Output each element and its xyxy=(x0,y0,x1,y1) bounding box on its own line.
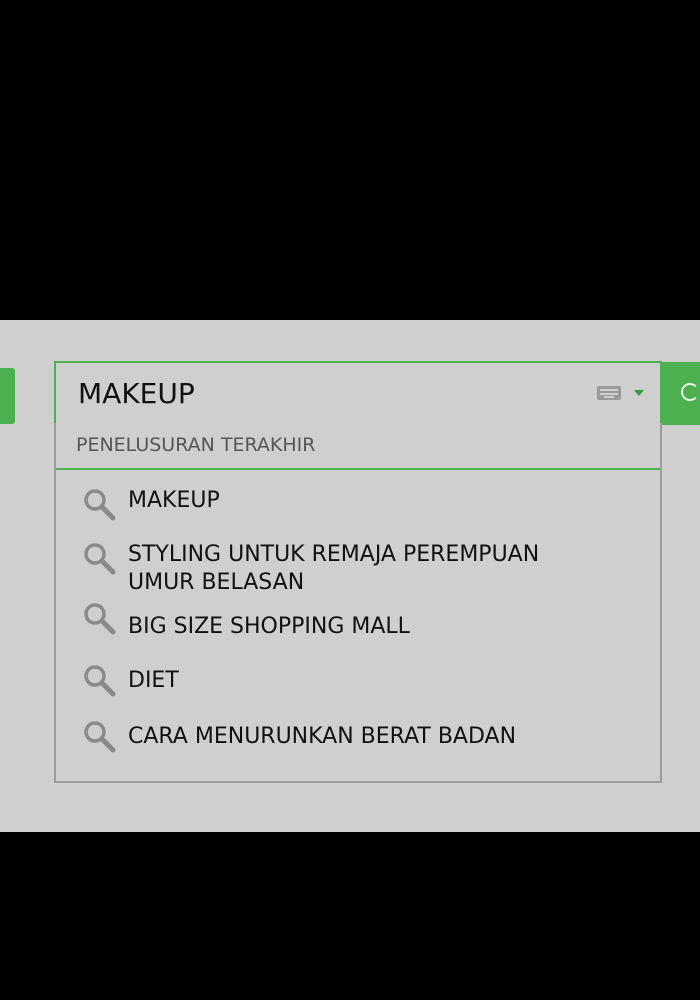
recent-search-label: STYLING UNTUK REMAJA PEREMPUAN UMUR BELA… xyxy=(128,542,540,595)
recent-search-label: BIG SIZE SHOPPING MALL xyxy=(128,614,410,639)
side-tab[interactable] xyxy=(0,368,15,424)
keyboard-icon[interactable] xyxy=(597,386,621,400)
search-icon xyxy=(681,383,699,401)
magnifier-icon xyxy=(84,665,116,697)
magnifier-icon xyxy=(84,721,116,753)
search-button[interactable] xyxy=(662,362,700,425)
recent-search-label: CARA MENURUNKAN BERAT BADAN xyxy=(128,724,517,749)
search-input[interactable] xyxy=(56,363,576,423)
magnifier-icon xyxy=(84,489,116,521)
magnifier-icon xyxy=(84,543,116,575)
recent-searches-header: PENELUSURAN TERAKHIR xyxy=(56,423,660,470)
recent-search-label: MAKEUP xyxy=(128,488,220,513)
search-panel: PENELUSURAN TERAKHIR MAKEUP STYLING UNTU… xyxy=(0,320,700,832)
magnifier-icon xyxy=(84,603,116,635)
chevron-down-icon[interactable] xyxy=(634,390,644,396)
search-box xyxy=(54,361,662,425)
recent-searches-dropdown: PENELUSURAN TERAKHIR MAKEUP STYLING UNTU… xyxy=(54,423,662,783)
recent-search-label: DIET xyxy=(128,668,179,693)
